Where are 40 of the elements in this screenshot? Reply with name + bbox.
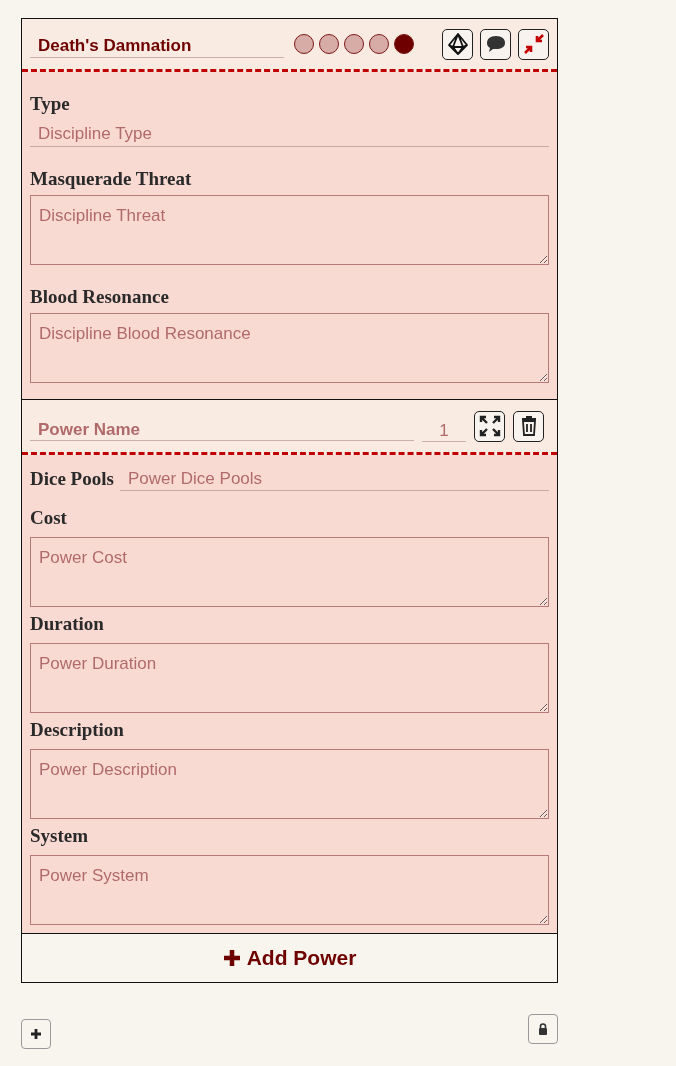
level-dot[interactable] [294, 34, 314, 54]
field-label: Duration [30, 612, 105, 636]
trash-icon [519, 415, 538, 437]
field-label: System [30, 824, 90, 848]
text-area[interactable]: Power System [30, 855, 549, 925]
level-dot[interactable] [319, 34, 339, 54]
lock-button[interactable] [528, 1014, 558, 1044]
expand-arrows-icon [478, 415, 501, 437]
field-label: Type [30, 92, 71, 116]
chat-button[interactable] [480, 28, 511, 60]
text-area[interactable]: Power Cost [30, 537, 549, 607]
power-level-field[interactable]: 1 [422, 410, 466, 442]
power-name-field[interactable]: Power Name [30, 411, 414, 441]
collapse-button[interactable] [518, 28, 549, 60]
input-field[interactable]: Power Dice Pools [119, 469, 549, 491]
field-label: Blood Resonance [30, 285, 170, 309]
polyhedron-icon [445, 32, 470, 56]
field-label: Dice Pools [30, 467, 114, 491]
text-area[interactable]: Power Duration [30, 643, 549, 713]
field-label: Description [30, 718, 125, 742]
speech-bubble-icon [484, 34, 507, 54]
lock-icon [538, 1023, 548, 1035]
field-label: Cost [30, 506, 68, 530]
text-area[interactable]: Discipline Blood Resonance [30, 313, 549, 383]
add-button[interactable] [21, 1019, 51, 1049]
plus-icon [30, 1028, 42, 1040]
expand-button[interactable] [474, 410, 505, 442]
level-dot[interactable] [344, 34, 364, 54]
field-label: Masquerade Threat [30, 167, 193, 191]
input-field[interactable]: Discipline Type [30, 116, 549, 147]
collapse-arrows-icon [522, 33, 545, 55]
dice-button[interactable] [442, 28, 473, 60]
discipline-name-field[interactable]: Death's Damnation [30, 30, 284, 58]
plus-icon [222, 949, 241, 967]
level-dot[interactable] [369, 34, 389, 54]
delete-button[interactable] [513, 410, 544, 442]
text-area[interactable]: Discipline Threat [30, 195, 549, 265]
add-power-button[interactable]: Add Power [22, 933, 557, 982]
text-area[interactable]: Power Description [30, 749, 549, 819]
level-dot[interactable] [394, 34, 414, 54]
